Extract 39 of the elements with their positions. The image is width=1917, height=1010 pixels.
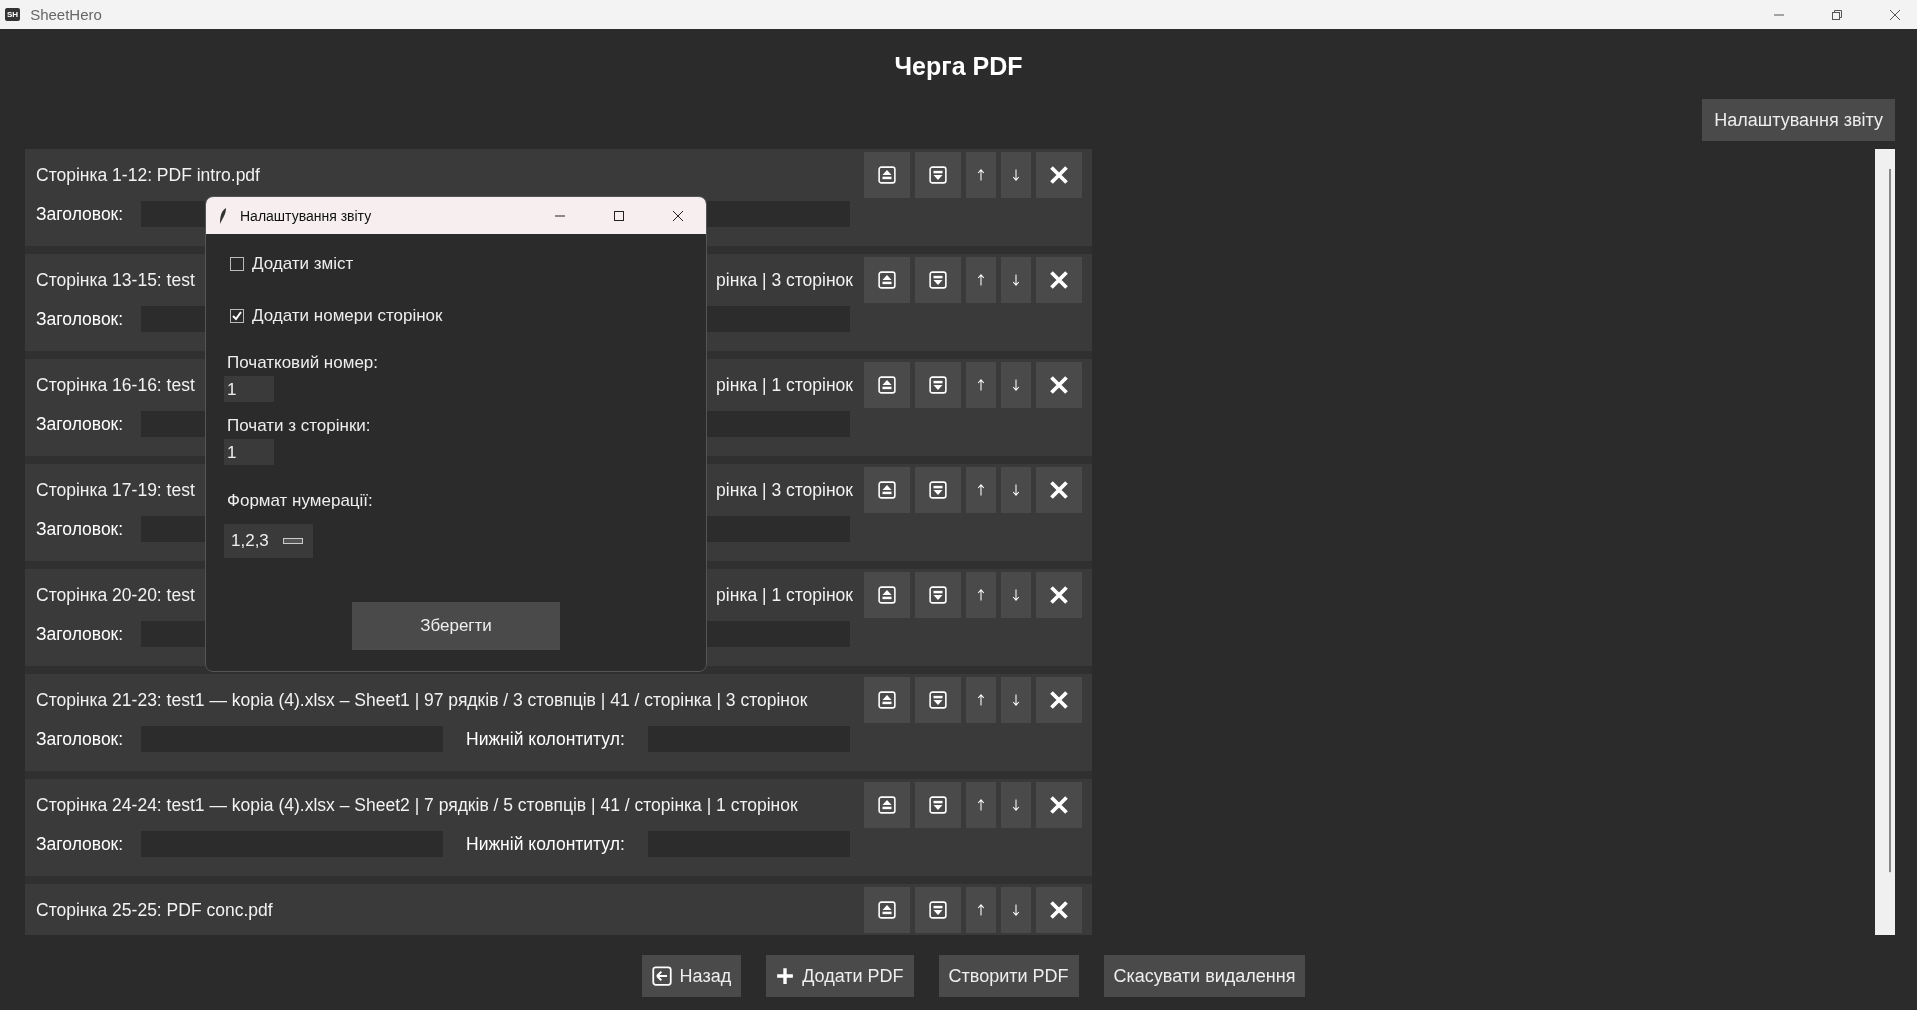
item-title: Сторінка 21-23: test1 — kopia (4).xlsx – Sheet1 | 97 рядків / 3 стовпців | 41 / сторінка | 3 сторінок	[36, 689, 808, 711]
item-title: рінка | 1 сторінок	[716, 374, 853, 396]
dialog-title: Налаштування звіту	[240, 207, 372, 224]
number-field[interactable]: 1	[224, 376, 274, 402]
item-title: Сторінка 13-15: test	[36, 269, 195, 291]
item-title: рінка | 1 сторінок	[716, 584, 853, 606]
checkbox-option[interactable]: Додати зміст	[230, 250, 354, 278]
back-button[interactable]: Назад	[641, 955, 742, 997]
item-title: Сторінка 16-16: test	[36, 374, 195, 396]
action-button[interactable]: Скасувати видалення	[1103, 955, 1306, 997]
format-label: Формат нумерації:	[227, 490, 373, 512]
save-button[interactable]: Зберегти	[352, 602, 560, 650]
checkbox-option[interactable]: Додати номери сторінок	[230, 302, 443, 330]
header-label: Заголовок:	[36, 413, 125, 436]
app-icon: SH	[5, 8, 21, 21]
item-title: Сторінка 17-19: test	[36, 479, 195, 501]
window-title: SheetHero	[30, 6, 102, 23]
field-label: Початковий номер:	[227, 352, 379, 374]
add-pdf-button[interactable]: Додати PDF	[766, 955, 914, 997]
header-label: Заголовок:	[36, 308, 125, 331]
header-label: Заголовок:	[36, 728, 125, 751]
footer-label: Нижній колонтитул:	[466, 833, 626, 856]
item-title: рінка | 3 сторінок	[716, 479, 853, 501]
report-settings-button[interactable]: Налаштування звіту	[1702, 99, 1895, 141]
item-title: Сторінка 25-25: PDF conc.pdf	[36, 899, 273, 921]
item-title: Сторінка 24-24: test1 — kopia (4).xlsx – Sheet2 | 7 рядків / 5 стовпців | 41 / сторінка | 1 сторінок	[36, 794, 798, 816]
header-label: Заголовок:	[36, 203, 125, 226]
action-button[interactable]: Створити PDF	[938, 955, 1079, 997]
footer-label: Нижній колонтитул:	[466, 728, 626, 751]
item-title: Сторінка 1-12: PDF intro.pdf	[36, 164, 260, 186]
item-title: рінка | 3 сторінок	[716, 269, 853, 291]
header-label: Заголовок:	[36, 518, 125, 541]
item-title: Сторінка 20-20: test	[36, 584, 195, 606]
number-field[interactable]: 1	[224, 439, 274, 465]
field-label: Почати з сторінки:	[227, 415, 371, 437]
header-label: Заголовок:	[36, 833, 125, 856]
header-label: Заголовок:	[36, 623, 125, 646]
format-dropdown[interactable]: 1,2,3	[224, 524, 313, 558]
page-heading: Черга PDF	[894, 51, 1023, 82]
